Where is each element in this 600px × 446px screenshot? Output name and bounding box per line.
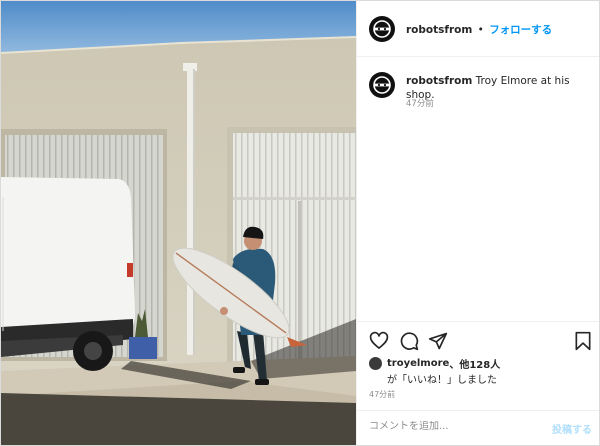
photo-illustration (1, 1, 356, 445)
share-icon[interactable] (428, 331, 448, 351)
follow-button[interactable]: フォローする (489, 24, 552, 36)
separator-dot: • (477, 24, 484, 36)
caption-timestamp: 47分前 (406, 99, 434, 109)
comment-bar: 投稿する (357, 410, 599, 445)
post-timestamp[interactable]: 47分前 (369, 389, 395, 400)
heart-icon[interactable] (369, 331, 389, 351)
caption-username-link[interactable]: robotsfrom (406, 75, 472, 87)
likes-suffix-text: が「いいね！」しました (387, 375, 497, 386)
robot-logo-icon (373, 76, 391, 94)
liker-username-link[interactable]: troyelmore (387, 358, 449, 369)
post-comment-button[interactable]: 投稿する (552, 421, 592, 436)
liker-avatar[interactable] (369, 356, 382, 370)
caption-avatar[interactable] (369, 72, 395, 98)
post-side-panel: robotsfrom • フォローする robotsfrom Troy Elmo… (356, 1, 599, 445)
post-header: robotsfrom • フォローする (357, 1, 599, 57)
header-text: robotsfrom • フォローする (406, 22, 552, 37)
post-frame: robotsfrom • フォローする robotsfrom Troy Elmo… (0, 0, 600, 446)
avatar[interactable] (369, 16, 395, 42)
likes-summary: troyelmore 、他128人 (369, 356, 500, 371)
post-photo[interactable] (1, 1, 356, 445)
comment-icon[interactable] (399, 331, 419, 351)
likes-count-link[interactable]: 、他128人 (449, 356, 500, 371)
bookmark-icon[interactable] (573, 331, 593, 351)
comment-input[interactable] (369, 421, 529, 432)
robot-logo-icon (373, 20, 391, 38)
username-link[interactable]: robotsfrom (406, 24, 472, 36)
caption-area: robotsfrom Troy Elmore at his shop. 47分前 (357, 57, 599, 319)
actions-section: troyelmore 、他128人 が「いいね！」しました 47分前 (357, 321, 599, 415)
